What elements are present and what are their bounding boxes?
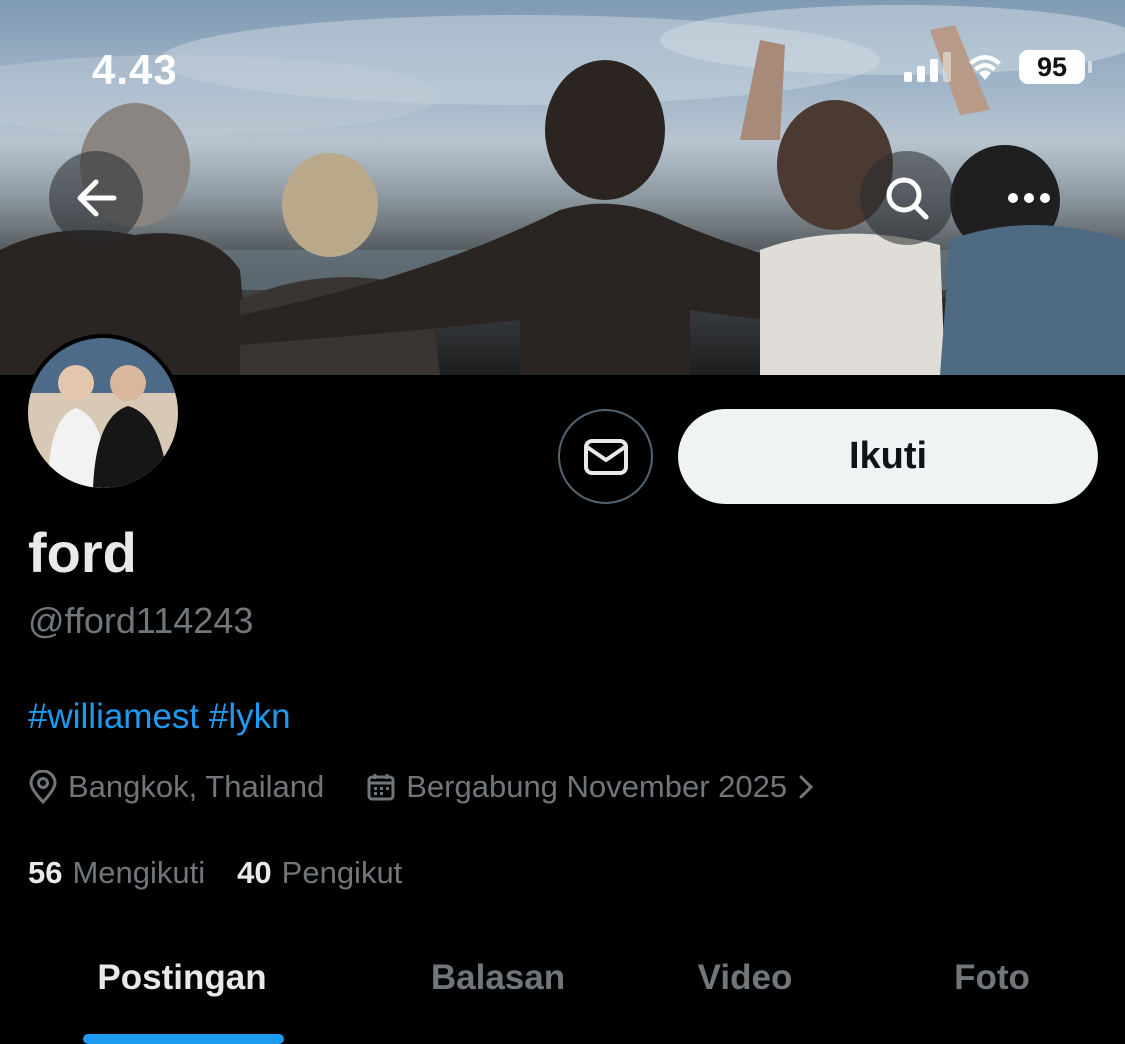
active-tab-indicator [83,1034,284,1044]
more-options-button[interactable] [982,151,1076,245]
back-button[interactable] [49,151,143,245]
profile-meta: Bangkok, Thailand Bergabung November 202… [28,769,815,805]
location-item: Bangkok, Thailand [28,769,324,805]
battery-indicator: 95 [1019,50,1092,84]
follow-button[interactable]: Ikuti [678,409,1098,504]
status-icons: 95 [904,50,1092,84]
join-date-item[interactable]: Bergabung November 2025 [366,769,815,805]
mail-icon [583,438,628,475]
wifi-icon [969,55,1001,80]
username-handle: @fford114243 [28,600,254,641]
chevron-right-icon [799,775,814,799]
following-label: Mengikuti [72,855,206,890]
tab-foto[interactable]: Foto [954,958,1030,998]
display-name: ford [28,521,137,584]
cellular-signal-icon [904,52,951,82]
search-button[interactable] [860,151,954,245]
following-count: 56 [28,855,63,890]
arrow-left-icon [77,179,117,217]
follow-stats: 56 Mengikuti 40 Pengikut [28,855,402,891]
location-pin-icon [29,770,57,804]
message-button[interactable] [558,409,653,504]
calendar-icon [367,774,395,801]
profile-bio-hashtags[interactable]: #williamest #lykn [28,697,291,737]
avatar-photo [28,338,178,488]
tab-postingan[interactable]: Postingan [97,958,266,998]
profile-tabs: Postingan Balasan Video Foto [0,940,1125,1044]
status-time: 4.43 [92,46,178,93]
followers-label: Pengikut [281,855,403,890]
location-text: Bangkok, Thailand [68,769,325,804]
join-date-text: Bergabung November 2025 [406,769,788,804]
search-icon [886,177,929,220]
more-horizontal-icon [1008,193,1050,203]
followers-stat[interactable]: 40 Pengikut [237,855,402,891]
tab-balasan[interactable]: Balasan [431,958,565,998]
following-stat[interactable]: 56 Mengikuti [28,855,205,891]
tab-video[interactable]: Video [698,958,793,998]
followers-count: 40 [237,855,272,890]
avatar[interactable] [24,334,182,492]
